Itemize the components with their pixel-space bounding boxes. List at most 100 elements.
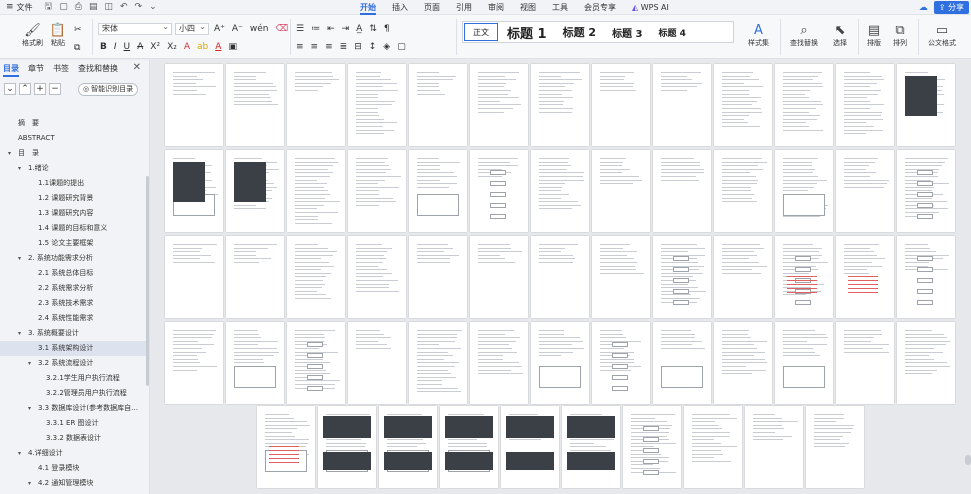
page-thumbnail[interactable] [562, 406, 620, 488]
arrange-button[interactable]: ⧉ 排列 [892, 22, 908, 48]
page-thumbnail[interactable] [714, 322, 772, 404]
sort-icon[interactable]: ⇅ [369, 24, 377, 34]
page-thumbnail[interactable] [440, 406, 498, 488]
page-thumbnail[interactable] [592, 236, 650, 318]
distribute-icon[interactable]: ⊟ [354, 42, 362, 52]
canvas-scroll-handle[interactable] [965, 455, 971, 465]
page-thumbnail[interactable] [653, 322, 711, 404]
toc-item[interactable]: 1.4 课题的目标和意义 [0, 221, 148, 236]
toc-item[interactable]: 3.1 系统架构设计 [0, 341, 148, 356]
page-thumbnail[interactable] [592, 64, 650, 146]
page-thumbnail[interactable] [348, 236, 406, 318]
clear-format-icon[interactable]: ⌫ [275, 24, 288, 34]
page-thumbnail[interactable] [714, 64, 772, 146]
bullet-list-icon[interactable]: ☰ [296, 24, 304, 34]
tab-7[interactable]: 会员专享 [584, 0, 616, 15]
page-thumbnail[interactable] [470, 150, 528, 232]
char-border-icon[interactable]: ▣ [228, 42, 237, 52]
page-thumbnail[interactable] [318, 406, 376, 488]
text-effect-icon[interactable]: A [184, 42, 190, 52]
toc-item[interactable]: ABSTRACT [0, 131, 148, 146]
border-icon[interactable]: ▢ [397, 42, 406, 52]
page-thumbnail[interactable] [897, 322, 955, 404]
subscript-icon[interactable]: X₂ [167, 42, 177, 52]
page-thumbnail[interactable] [592, 150, 650, 232]
page-thumbnail-canvas[interactable] [151, 60, 971, 494]
page-thumbnail[interactable] [897, 236, 955, 318]
page-thumbnail[interactable] [745, 406, 803, 488]
toc-item[interactable]: 2.1 系统总体目标 [0, 266, 148, 281]
save-icon[interactable]: 🖫 [45, 0, 53, 15]
page-thumbnail[interactable] [470, 322, 528, 404]
justify-icon[interactable]: ≣ [340, 42, 348, 52]
collapse-icon[interactable]: ⌄ [4, 83, 16, 95]
toc-item[interactable]: ▾ 目 录 [0, 146, 148, 161]
tab-4[interactable]: 审阅 [488, 0, 504, 15]
tab-0[interactable]: 开始 [360, 0, 376, 15]
toc-item[interactable]: ▾ 4.2 通知管理模块 [0, 476, 148, 491]
style-0[interactable]: 正文 [464, 23, 498, 41]
more-icon[interactable]: ⌄ [149, 2, 157, 12]
toc-item[interactable]: ▾ 2. 系统功能需求分析 [0, 251, 148, 266]
page-thumbnail[interactable] [226, 322, 284, 404]
nav-scrollbar[interactable] [146, 176, 149, 386]
page-thumbnail[interactable] [257, 406, 315, 488]
toc-expand-icon[interactable]: ▾ [18, 446, 21, 461]
toc-item[interactable]: 摘 要 [0, 116, 148, 131]
tab-6[interactable]: 工具 [552, 0, 568, 15]
page-thumbnail[interactable] [531, 236, 589, 318]
page-thumbnail[interactable] [684, 406, 742, 488]
toc-item[interactable]: ▾ 1.绪论 [0, 161, 148, 176]
page-thumbnail[interactable] [836, 64, 894, 146]
font-color-icon[interactable]: A [215, 42, 221, 52]
toc-item[interactable]: ▾ 3. 系统概要设计 [0, 326, 148, 341]
cloud-icon[interactable]: ☁ [919, 3, 928, 13]
toc-item[interactable]: ▾ 3.3 数据库设计(参考数据库自… [0, 401, 148, 416]
toc-item[interactable]: 2.4 系统性能需求 [0, 311, 148, 326]
toc-item[interactable]: 3.3.2 数据表设计 [0, 431, 148, 446]
toc-item[interactable]: ▾ 3.2 系统流程设计 [0, 356, 148, 371]
toc-expand-icon[interactable]: ▾ [18, 161, 21, 176]
page-thumbnail[interactable] [714, 236, 772, 318]
page-thumbnail[interactable] [409, 64, 467, 146]
page-thumbnail[interactable] [409, 322, 467, 404]
page-thumbnail[interactable] [653, 236, 711, 318]
style-3[interactable]: 标题 3 [604, 22, 650, 42]
tab-3[interactable]: 引用 [456, 0, 472, 15]
tab-2[interactable]: 页面 [424, 0, 440, 15]
page-thumbnail[interactable] [836, 150, 894, 232]
bold-icon[interactable]: B [100, 42, 107, 52]
toc-expand-icon[interactable]: ▾ [18, 326, 21, 341]
print-icon[interactable]: ⎙ [75, 2, 82, 12]
page-thumbnail[interactable] [775, 322, 833, 404]
export-pdf-icon[interactable]: ▤ [89, 2, 98, 12]
page-thumbnail[interactable] [531, 150, 589, 232]
page-thumbnail[interactable] [775, 150, 833, 232]
font-name-select[interactable]: 宋体 [98, 22, 172, 35]
page-thumbnail[interactable] [287, 322, 345, 404]
toc-expand-icon[interactable]: ▾ [28, 476, 31, 491]
style-2[interactable]: 标题 2 [555, 22, 604, 42]
toc-expand-icon[interactable]: ▾ [8, 146, 11, 161]
page-thumbnail[interactable] [775, 236, 833, 318]
cut-icon[interactable]: ✂ [74, 25, 82, 35]
align-center-icon[interactable]: ≡ [311, 42, 319, 52]
toc-item[interactable]: 3.3.1 ER 图设计 [0, 416, 148, 431]
toc-item[interactable]: 2.3 系统技术需求 [0, 296, 148, 311]
strikethrough-icon[interactable]: A [137, 42, 143, 52]
page-thumbnail[interactable] [531, 322, 589, 404]
page-thumbnail[interactable] [348, 64, 406, 146]
close-icon[interactable]: ✕ [133, 62, 141, 73]
page-thumbnail[interactable] [470, 64, 528, 146]
page-thumbnail[interactable] [226, 64, 284, 146]
page-thumbnail[interactable] [592, 322, 650, 404]
share-button[interactable]: ⇪ 分享 [933, 1, 969, 14]
page-thumbnail[interactable] [287, 236, 345, 318]
char-spacing-icon[interactable]: wén [250, 24, 269, 34]
smart-toc-button[interactable]: ◎ 智能识别目录 [78, 82, 139, 96]
wps-ai-tab[interactable]: ◭ WPS AI [632, 0, 669, 15]
file-menu[interactable]: ≡ 文件 [6, 2, 33, 13]
expand-icon[interactable]: ⌃ [19, 83, 31, 95]
toc-expand-icon[interactable]: ▾ [18, 251, 21, 266]
style-set-button[interactable]: A 样式集 [748, 22, 769, 48]
